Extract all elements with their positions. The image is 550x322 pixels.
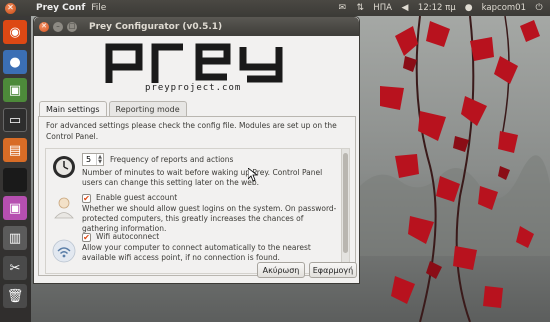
prey-logo: preyproject.com	[100, 39, 292, 95]
user-icon[interactable]: ●	[464, 3, 474, 13]
terminal-icon[interactable]: ▭	[3, 108, 27, 132]
close-app-button[interactable]: ✕	[5, 2, 16, 14]
wifi-description: Allow your computer to connect automatic…	[82, 243, 311, 262]
network-icon[interactable]: ⇅	[355, 3, 365, 13]
spinner-arrows-icon[interactable]: ▲ ▼	[96, 154, 103, 165]
window-title: Prey Configurator (v0.5.1)	[89, 21, 223, 32]
tab-reporting-mode[interactable]: Reporting mode	[108, 101, 187, 116]
tab-main-settings[interactable]: Main settings	[39, 101, 107, 117]
cancel-button[interactable]: Ακύρωση	[257, 262, 305, 278]
trash-icon[interactable]: 🗑	[3, 284, 27, 308]
frequency-spinner[interactable]: 5 ▲ ▼	[82, 153, 104, 166]
frequency-label: Frequency of reports and actions	[110, 155, 234, 164]
top-panel: ✕ Prey Conf File ✉ ⇅ ΗΠΑ ◀ 12:12 πμ ● ka…	[0, 0, 550, 16]
keyboard-layout[interactable]: ΗΠΑ	[373, 3, 392, 13]
menu-file[interactable]: File	[91, 3, 106, 13]
guest-label: Enable guest account	[96, 193, 178, 202]
username[interactable]: kapcom01	[482, 3, 526, 13]
main-settings-panel: For advanced settings please check the c…	[38, 116, 356, 276]
messenger-icon[interactable]: ●	[3, 50, 27, 74]
prey-configurator-window: ✕ – □ Prey Configurator (v0.5.1) preypro…	[33, 16, 360, 284]
mouse-cursor-icon	[248, 168, 258, 182]
guest-description: Whether we should allow guest logins on …	[82, 204, 337, 233]
tools-icon[interactable]: ▤	[3, 138, 27, 162]
clock[interactable]: 12:12 πμ	[418, 3, 456, 13]
window-close-button[interactable]: ✕	[39, 21, 49, 32]
window-maximize-button[interactable]: □	[67, 21, 77, 32]
intro-text: For advanced settings please check the c…	[46, 121, 337, 141]
envelope-icon[interactable]: ✉	[337, 3, 347, 13]
power-icon[interactable]: ⏻	[534, 3, 544, 13]
apply-button[interactable]: Εφαρμογή	[309, 262, 357, 278]
settings-scroll-area[interactable]: 5 ▲ ▼ Frequency of reports and actions Nu…	[45, 148, 350, 274]
dash-home-icon[interactable]: ◉	[3, 20, 27, 44]
wifi-label: Wifi autoconnect	[96, 232, 160, 241]
indicator-area: ✉ ⇅ ΗΠΑ ◀ 12:12 πμ ● kapcom01 ⏻	[337, 0, 550, 16]
launcher: ◉ ● ▣ ▭ ▤ ▣ ▥ ✂ 🗑	[0, 16, 31, 322]
app-icon[interactable]: ▣	[3, 78, 27, 102]
vertical-scrollbar[interactable]	[341, 149, 349, 273]
frequency-description: Number of minutes to wait before waking …	[82, 168, 323, 187]
wifi-checkbox[interactable]: ✔	[82, 233, 91, 242]
settings-icon[interactable]: ✂	[3, 256, 27, 280]
workspace-icon[interactable]: ▣	[3, 196, 27, 220]
logo-url-text: preyproject.com	[145, 83, 242, 93]
clock-icon	[53, 156, 75, 178]
window-titlebar[interactable]: ✕ – □ Prey Configurator (v0.5.1)	[34, 17, 359, 36]
settings-tabs: Main settings Reporting mode	[39, 101, 189, 117]
guest-user-icon	[54, 197, 74, 219]
panel-app-name: Prey Conf	[36, 3, 86, 13]
wifi-icon	[52, 239, 76, 263]
blank-app-icon[interactable]	[3, 168, 27, 192]
window-minimize-button[interactable]: –	[53, 21, 63, 32]
scrollbar-thumb[interactable]	[343, 153, 348, 253]
volume-icon[interactable]: ◀	[400, 3, 410, 13]
files-icon[interactable]: ▥	[3, 226, 27, 250]
guest-checkbox[interactable]: ✔	[82, 194, 91, 203]
frequency-value: 5	[86, 155, 92, 164]
prey-logo-wordmark	[105, 43, 283, 83]
